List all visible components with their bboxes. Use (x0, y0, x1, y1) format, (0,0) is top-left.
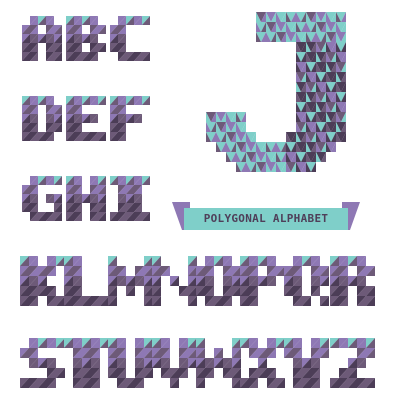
title-ribbon: POLYGONAL ALPHABET (172, 200, 360, 234)
ribbon-label: POLYGONAL ALPHABET (203, 212, 329, 225)
letter-p: P (240, 256, 285, 306)
letter-n: N (152, 256, 197, 306)
alphabet-poster: ABC DEF GHIKLMNOPQR STUVWXYZ J POLYGONAL AL… (0, 0, 400, 400)
letter-b: B (66, 16, 106, 61)
letter-k: K (20, 256, 65, 306)
letter-r: R (330, 256, 375, 306)
letter-s: S (20, 338, 65, 388)
letter-f: F (110, 96, 150, 141)
letter-a: A (22, 16, 62, 61)
letter-t: T (64, 338, 109, 388)
letter-q: Q (284, 256, 329, 306)
letter-c: C (110, 16, 150, 61)
letter-d: D (22, 96, 62, 141)
letter-v: V (152, 338, 197, 388)
featured-letter-graphic (206, 12, 346, 172)
letter-o: O (196, 256, 241, 306)
featured-letter-j: J (196, 12, 346, 196)
letter-u: U (108, 338, 153, 388)
letter-i: I (110, 176, 150, 221)
letter-m: M (108, 256, 153, 306)
letter-h: H (66, 176, 106, 221)
letter-z: Z (330, 338, 375, 388)
letter-x: X (240, 338, 285, 388)
letter-w: W (196, 338, 241, 388)
letter-y: Y (284, 338, 329, 388)
letter-g: G (22, 176, 62, 221)
letter-l: L (64, 256, 109, 306)
letter-e: E (66, 96, 106, 141)
